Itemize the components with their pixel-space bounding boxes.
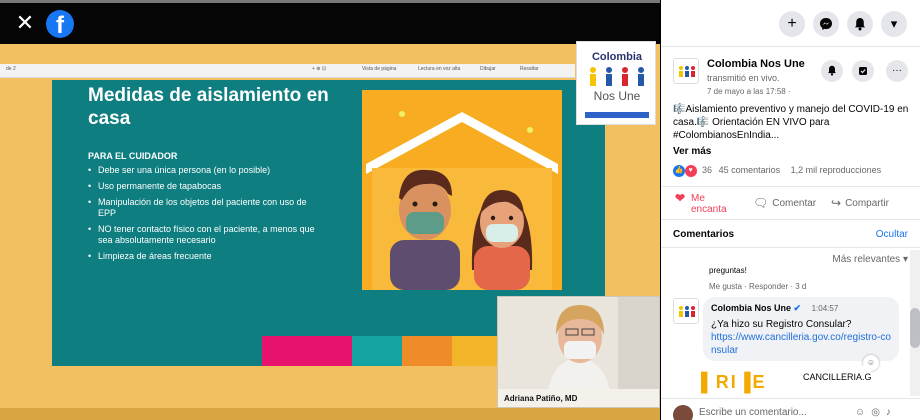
write-comment-bar: Escribe un comentario... ☺◎♪ xyxy=(661,398,920,420)
slide-title: Medidas de aislamiento en casa xyxy=(88,85,329,129)
love-reaction-icon: ♥ xyxy=(684,165,697,177)
scrollbar-thumb[interactable] xyxy=(910,308,920,348)
slide-bullet: Uso permanente de tapabocas xyxy=(88,181,318,192)
comment-button-label: Comentar xyxy=(772,198,817,210)
comment-bubble: Colombia Nos Une ✔ 1:04:57 ¿Ya hizo su R… xyxy=(703,297,899,361)
post-side-panel: + ▾ Colombia Nos Une transmitió en vivo.… xyxy=(661,0,920,420)
comment-author-row: Colombia Nos Une ✔ 1:04:57 xyxy=(711,303,891,314)
comment-sort-dropdown[interactable]: Más relevantes ▾ xyxy=(832,254,908,265)
chevron-down-icon: ▾ xyxy=(902,254,908,265)
reaction-count: 36 xyxy=(702,165,713,176)
page-name-link[interactable]: Colombia Nos Une xyxy=(707,58,805,70)
logo-figures-icon xyxy=(590,67,644,86)
see-more-link[interactable]: Ver más xyxy=(673,146,711,157)
comment-input-icons[interactable]: ☺◎♪ xyxy=(855,407,897,418)
toolbar-text: + ⊕ ⊡ xyxy=(312,66,327,72)
current-user-avatar xyxy=(673,405,693,420)
strip-segment xyxy=(262,336,352,366)
strip-segment xyxy=(452,336,502,366)
love-button[interactable]: ❤ Me encanta xyxy=(675,191,739,215)
more-options-icon[interactable]: ··· xyxy=(886,60,908,82)
slide-subtitle: PARA EL CUIDADOR xyxy=(88,151,178,161)
link-preview-domain: CANCILLERIA.GOV.CO xyxy=(803,372,871,382)
link-preview-logo-icon: ▌RI▐E xyxy=(701,372,767,392)
comment-count[interactable]: 45 comentarios xyxy=(719,165,781,175)
slide-bullet-list: Debe ser una única persona (en lo posibl… xyxy=(88,165,318,267)
comment-text: ¿Ya hizo su Registro Consular? xyxy=(711,319,852,330)
post-body-text: 🎼Aislamiento preventivo y manejo del COV… xyxy=(673,104,909,141)
toolbar-text: Dibujar xyxy=(480,66,496,72)
view-count: 1,2 mil reproducciones xyxy=(790,165,882,176)
logo-line-1: Colombia xyxy=(591,51,643,63)
topbar-edge xyxy=(0,0,660,3)
comment-icon: 🗨 xyxy=(753,196,769,210)
toolbar-text: de 2 xyxy=(6,66,16,72)
comment-author[interactable]: Colombia Nos Une xyxy=(711,303,791,313)
speaker-name: Adriana Patiño, MD xyxy=(498,389,659,407)
share-button[interactable]: ↪ Compartir xyxy=(831,196,889,220)
viewer-topbar: ✕ f xyxy=(0,0,660,44)
toolbar-text: Vista de página xyxy=(362,66,397,72)
page-avatar[interactable] xyxy=(673,58,699,84)
logo-line-2: Nos Une xyxy=(593,89,641,103)
strip-segment xyxy=(52,336,262,366)
previous-comment-text: preguntas! xyxy=(709,266,747,275)
share-button-label: Compartir xyxy=(845,198,889,210)
notify-bell-icon[interactable] xyxy=(821,60,843,82)
comment-link[interactable]: https://www.cancilleria.gov.co/registro-… xyxy=(711,331,891,357)
comments-heading: Comentarios xyxy=(673,229,735,240)
love-icon: ❤ xyxy=(675,191,686,205)
link-preview-card[interactable]: ▌RI▐E CANCILLERIA.GOV.CO xyxy=(701,366,871,396)
slide-bullet: Debe ser una única persona (en lo posibl… xyxy=(88,165,318,176)
comment-input[interactable]: Escribe un comentario... xyxy=(699,407,849,418)
post-date[interactable]: 7 de mayo a las 17:58 · xyxy=(707,87,791,96)
post-actions-bar: ❤ Me encanta 🗨 Comentar ↪ Compartir xyxy=(661,186,920,220)
post-header: Colombia Nos Une transmitió en vivo. 7 d… xyxy=(661,50,920,98)
sort-label: Más relevantes xyxy=(832,254,901,265)
logo-bar xyxy=(585,112,649,118)
slide-bullet: Manipulación de los objetos del paciente… xyxy=(88,197,318,219)
hide-comments-link[interactable]: Ocultar xyxy=(876,229,908,240)
share-icon: ↪ xyxy=(831,196,842,210)
bell-icon[interactable] xyxy=(847,11,873,37)
messenger-icon[interactable] xyxy=(813,11,839,37)
divider xyxy=(661,247,920,248)
toolbar-text: Resaltar xyxy=(520,66,539,72)
stream-bottom-band xyxy=(0,408,660,420)
slide-bullet: NO tener contacto físico con el paciente… xyxy=(88,224,318,246)
strip-segment xyxy=(352,336,402,366)
speaker-camera-feed: Adriana Patiño, MD xyxy=(497,296,660,408)
previous-comment-actions[interactable]: Me gusta · Responder · 3 d xyxy=(709,282,806,291)
panel-top-nav: + ▾ xyxy=(661,0,920,47)
reactions-summary[interactable]: 👍 ♥ 36 45 comentarios 1,2 mil reproducci… xyxy=(673,165,913,179)
commenter-avatar[interactable] xyxy=(673,298,699,324)
slide-bullet: Limpieza de áreas frecuente xyxy=(88,251,318,262)
comment-video-time[interactable]: 1:04:57 xyxy=(812,304,839,313)
save-post-icon[interactable] xyxy=(852,60,874,82)
like-reaction-icon: 👍 xyxy=(673,165,685,177)
create-plus-icon[interactable]: + xyxy=(779,11,805,37)
facebook-live-viewer: ✕ f de 2 + ⊕ ⊡ Vista de página Lectura e… xyxy=(0,0,920,420)
comment-button[interactable]: 🗨 Comentar xyxy=(753,196,817,220)
post-action-text: transmitió en vivo. xyxy=(707,73,780,83)
pdf-viewer-toolbar: de 2 + ⊕ ⊡ Vista de página Lectura en vo… xyxy=(0,64,575,78)
account-menu-icon[interactable]: ▾ xyxy=(881,11,907,37)
video-player[interactable]: ✕ f de 2 + ⊕ ⊡ Vista de página Lectura e… xyxy=(0,0,660,420)
love-button-label: Me encanta xyxy=(691,193,727,215)
close-icon[interactable]: ✕ xyxy=(14,12,36,34)
toolbar-text: Lectura en voz alta xyxy=(418,66,461,72)
facebook-logo-icon[interactable]: f xyxy=(46,10,74,38)
masked-people-illustration xyxy=(362,90,562,290)
verified-badge-icon: ✔ xyxy=(793,303,802,313)
strip-segment xyxy=(402,336,452,366)
colombia-nos-une-logo: Colombia Nos Une xyxy=(576,41,656,125)
